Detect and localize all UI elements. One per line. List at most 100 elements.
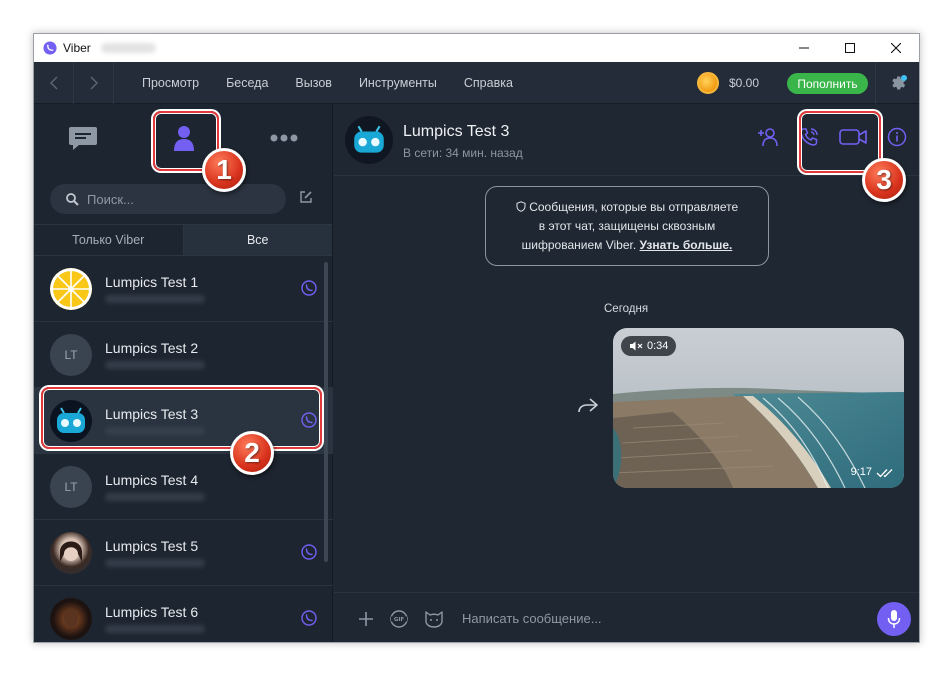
video-message[interactable]: 0:34 9:17 bbox=[613, 328, 904, 488]
menu-help[interactable]: Справка bbox=[464, 76, 513, 90]
contact-phone-blurred bbox=[105, 361, 205, 369]
chevron-right-icon bbox=[89, 75, 98, 90]
sticker-button[interactable] bbox=[424, 610, 444, 628]
contact-item[interactable]: Lumpics Test 1 bbox=[34, 256, 333, 322]
contact-phone-blurred bbox=[105, 625, 205, 633]
menu-view[interactable]: Просмотр bbox=[142, 76, 199, 90]
menu-conversation[interactable]: Беседа bbox=[226, 76, 268, 90]
info-icon bbox=[887, 127, 907, 147]
contact-item[interactable]: Lumpics Test 5 bbox=[34, 520, 333, 586]
contact-name: Lumpics Test 4 bbox=[105, 472, 199, 488]
viber-badge-icon bbox=[301, 280, 317, 296]
contact-phone-blurred bbox=[105, 295, 205, 303]
contact-list-scrollbar[interactable] bbox=[324, 262, 328, 562]
contact-item[interactable]: LT Lumpics Test 2 bbox=[34, 322, 333, 388]
viber-window: Viber Просмотр Беседа Вызов Инструменты bbox=[33, 33, 920, 643]
menu-call[interactable]: Вызов bbox=[295, 76, 332, 90]
robot-avatar-icon bbox=[354, 125, 384, 153]
account-name-blurred bbox=[100, 43, 156, 53]
step-marker-3: 3 bbox=[862, 158, 906, 202]
person-photo-icon bbox=[64, 609, 78, 627]
contact-phone-blurred bbox=[105, 559, 205, 567]
settings-button[interactable] bbox=[875, 62, 919, 104]
minimize-icon bbox=[799, 47, 809, 49]
minimize-button[interactable] bbox=[781, 34, 827, 62]
message-composer: GIF bbox=[334, 592, 919, 642]
highlight-selected-contact bbox=[41, 387, 322, 449]
chat-title: Lumpics Test 3 bbox=[403, 123, 510, 140]
svg-text:GIF: GIF bbox=[394, 617, 405, 623]
muted-speaker-icon bbox=[630, 341, 643, 351]
video-duration-badge: 0:34 bbox=[621, 336, 677, 356]
shield-icon bbox=[516, 201, 526, 212]
chat-status: В сети: 34 мин. назад bbox=[403, 146, 523, 160]
chat-panel: Lumpics Test 3 В сети: 34 мин. назад Соо… bbox=[334, 104, 919, 642]
viber-badge-icon bbox=[301, 610, 317, 626]
notice-line-2: в этот чат, защищены сквозным bbox=[538, 219, 716, 233]
date-separator: Сегодня bbox=[604, 303, 649, 315]
contact-name: Lumpics Test 2 bbox=[105, 340, 199, 356]
back-button[interactable] bbox=[34, 61, 74, 104]
encryption-notice: Сообщения, которые вы отправляете в этот… bbox=[485, 186, 769, 266]
notice-line-1: Сообщения, которые вы отправляете bbox=[529, 200, 739, 214]
attach-button[interactable] bbox=[358, 611, 374, 627]
menu-tools[interactable]: Инструменты bbox=[359, 76, 437, 90]
contact-list: Lumpics Test 1 LT Lumpics Test 2 Lumpics… bbox=[34, 256, 333, 642]
person-photo-icon bbox=[60, 541, 82, 562]
contact-name: Lumpics Test 6 bbox=[105, 604, 199, 620]
tab-chats[interactable] bbox=[53, 112, 113, 164]
delivered-checkmarks-icon bbox=[876, 469, 893, 478]
step-marker-2: 2 bbox=[230, 431, 274, 475]
viber-badge-icon bbox=[301, 544, 317, 560]
sticker-icon bbox=[425, 610, 443, 628]
contact-item[interactable]: Lumpics Test 6 bbox=[34, 586, 333, 642]
search-box[interactable] bbox=[50, 184, 286, 214]
contact-name: Lumpics Test 1 bbox=[105, 274, 199, 290]
chevron-left-icon bbox=[49, 75, 58, 90]
forward-message-icon[interactable] bbox=[577, 397, 599, 413]
search-icon bbox=[66, 192, 79, 206]
title-bar: Viber bbox=[34, 34, 919, 62]
step-marker-1: 1 bbox=[202, 148, 246, 192]
avatar bbox=[50, 598, 92, 640]
message-input[interactable] bbox=[462, 611, 842, 626]
video-duration: 0:34 bbox=[647, 340, 669, 352]
contact-name: Lumpics Test 5 bbox=[105, 538, 199, 554]
compose-icon[interactable] bbox=[299, 190, 313, 204]
filter-viber-only[interactable]: Только Viber bbox=[34, 225, 183, 255]
settings-notification-dot bbox=[901, 75, 907, 81]
search-input[interactable] bbox=[87, 191, 267, 207]
balance[interactable]: $0.00 bbox=[696, 72, 759, 94]
avatar: LT bbox=[50, 466, 92, 508]
lemon-avatar-icon bbox=[50, 268, 92, 310]
add-participant-button[interactable] bbox=[757, 127, 779, 147]
microphone-icon bbox=[887, 610, 901, 628]
add-user-icon bbox=[758, 128, 778, 147]
viber-out-coin-icon bbox=[696, 72, 719, 94]
avatar: LT bbox=[50, 334, 92, 376]
avatar bbox=[50, 532, 92, 574]
contact-filter-tabs: Только Viber Все bbox=[34, 224, 332, 256]
topup-button[interactable]: Пополнить bbox=[787, 73, 868, 94]
tab-more[interactable] bbox=[254, 112, 314, 164]
message-time: 9:17 bbox=[850, 466, 872, 478]
balance-amount: $0.00 bbox=[728, 76, 759, 90]
notice-line-3: шифрованием Viber. bbox=[521, 238, 637, 252]
viber-logo-icon bbox=[43, 41, 57, 55]
plus-icon bbox=[359, 611, 373, 626]
maximize-button[interactable] bbox=[827, 34, 873, 62]
menu-bar: Просмотр Беседа Вызов Инструменты Справк… bbox=[34, 61, 919, 104]
more-icon bbox=[270, 134, 298, 142]
forward-nav-button[interactable] bbox=[74, 61, 114, 104]
learn-more-link[interactable]: Узнать больше. bbox=[640, 238, 733, 252]
close-button[interactable] bbox=[873, 34, 919, 62]
sidebar: Только Viber Все Lumpics Test 1 bbox=[34, 104, 333, 642]
window-title: Viber bbox=[63, 41, 91, 55]
voice-message-button[interactable] bbox=[877, 602, 911, 636]
chat-info-button[interactable] bbox=[887, 127, 907, 147]
contact-item[interactable]: LT Lumpics Test 4 bbox=[34, 454, 333, 520]
avatar bbox=[50, 268, 92, 310]
gif-button[interactable]: GIF bbox=[388, 609, 410, 628]
chat-avatar bbox=[345, 116, 393, 164]
filter-all[interactable]: Все bbox=[182, 225, 332, 255]
